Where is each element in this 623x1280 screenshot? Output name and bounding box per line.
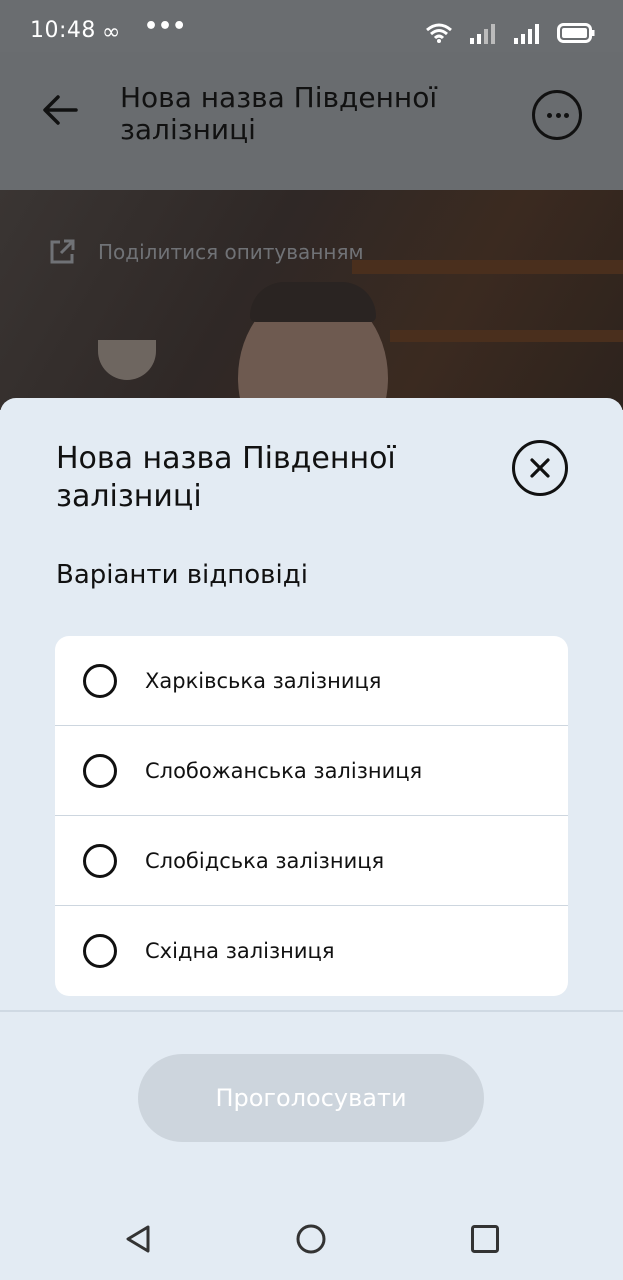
radio-button[interactable] [83, 663, 117, 698]
signal-icon [470, 24, 495, 44]
nav-recents-icon[interactable] [470, 1224, 500, 1254]
wifi-icon [426, 23, 452, 43]
photo-shelf [390, 330, 623, 342]
answer-option-label: Східна залізниця [145, 939, 335, 963]
share-poll-link[interactable]: Поділитися опитуванням [48, 238, 364, 266]
battery-icon [557, 23, 595, 43]
answer-option[interactable]: Слобідська залізниця [55, 816, 568, 906]
sheet-title: Нова назва Південної залізниці [56, 441, 396, 514]
answer-option[interactable]: Слобожанська залізниця [55, 726, 568, 816]
radio-button[interactable] [83, 843, 117, 878]
radio-button[interactable] [83, 753, 117, 788]
vote-button[interactable]: Проголосувати [138, 1054, 484, 1142]
divider [0, 1010, 623, 1012]
nav-back-icon[interactable] [124, 1224, 154, 1254]
signal-icon [514, 24, 539, 44]
photo-person-hair [250, 282, 376, 322]
answer-options-list: Харківська залізниця Слобожанська залізн… [55, 636, 568, 996]
photo-lamp [98, 340, 156, 380]
close-circle-icon[interactable] [512, 440, 568, 496]
system-nav-bar [0, 1196, 623, 1280]
more-horizontal-icon[interactable] [532, 90, 582, 140]
poll-bottom-sheet: Нова назва Південної залізниці Варіанти … [0, 398, 623, 1280]
answer-option[interactable]: Східна залізниця [55, 906, 568, 996]
share-label: Поділитися опитуванням [98, 240, 364, 264]
more-notifications-icon: ••• [144, 14, 187, 39]
status-icons [425, 20, 595, 46]
answer-option-label: Слобожанська залізниця [145, 758, 423, 783]
page-title: Нова назва Південної залізниці [120, 81, 438, 146]
poll-cover-image [0, 190, 623, 410]
status-time: 10:48 [30, 18, 96, 43]
answer-option-label: Слобідська залізниця [145, 848, 385, 873]
infinity-icon: ∞ [102, 20, 121, 45]
photo-shelf [352, 260, 623, 274]
close-icon [530, 458, 550, 478]
arrow-left-icon[interactable] [40, 90, 80, 130]
nav-home-icon[interactable] [296, 1224, 326, 1254]
app-bar: Нова назва Південної залізниці [0, 52, 623, 190]
answer-option[interactable]: Харківська залізниця [55, 636, 568, 726]
radio-button[interactable] [83, 934, 117, 968]
external-link-icon [50, 239, 75, 264]
answer-option-label: Харківська залізниця [145, 668, 382, 693]
options-heading: Варіанти відповіді [56, 560, 308, 590]
